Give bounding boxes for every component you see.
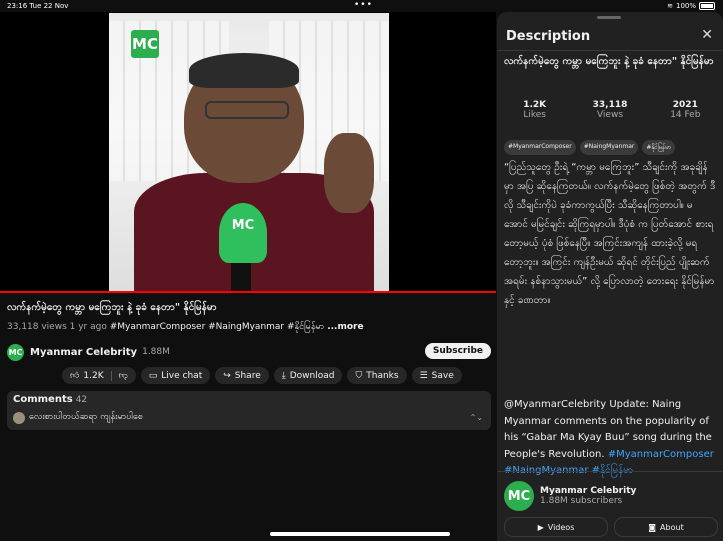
panel-channel-name: Myanmar Celebrity	[540, 486, 637, 496]
thumbs-up-icon[interactable]: 👍︎	[70, 371, 79, 381]
video-meta[interactable]: 33,118 views 1 yr ago #MyanmarComposer #…	[7, 321, 487, 334]
subscribe-button[interactable]: Subscribe	[424, 343, 491, 359]
thanks-label: Thanks	[366, 370, 399, 381]
panel-channel-text: Myanmar Celebrity 1.88M subscribers	[540, 486, 636, 506]
live-chat-label: Live chat	[161, 370, 203, 381]
like-count: 1.2K	[83, 370, 104, 381]
download-button[interactable]: ⤓ Download	[273, 367, 343, 384]
close-icon[interactable]: ✕	[701, 27, 713, 43]
divider	[497, 471, 723, 472]
speaker-hair	[189, 53, 299, 88]
view-count: 33,118 views	[7, 322, 67, 332]
thanks-icon: ⛉	[355, 370, 363, 381]
stat-label: 14 Feb	[670, 110, 701, 120]
divider	[497, 50, 723, 51]
panel-video-title: လက်နက်မဲ့တွေ ကမ္ဘာ မကြေဘူး နဲ့ ခုခံ နေတာ…	[504, 56, 714, 67]
panel-channel-subs: 1.88M subscribers	[540, 496, 623, 506]
panel-channel-buttons: ▶ Videos ◙ About	[504, 517, 718, 537]
comments-section[interactable]: Comments 42 လေးစားပါတယ်ဆရာ ကျန်းမာပါစေ ⌃⌄	[7, 391, 491, 430]
battery-percent: 100%	[675, 2, 696, 10]
home-indicator[interactable]	[270, 532, 450, 536]
stat-views: 33,118 Views	[572, 100, 647, 120]
chevron-expand-icon[interactable]: ⌃⌄	[470, 413, 483, 422]
like-dislike-group[interactable]: 👍︎ 1.2K 👎︎	[62, 367, 136, 384]
speaker-glasses	[205, 101, 289, 119]
save-label: Save	[431, 370, 454, 381]
save-icon: ☰	[419, 370, 428, 381]
stats-row: 1.2K Likes 33,118 Views 2021 14 Feb	[497, 100, 723, 120]
stat-value: 1.2K	[523, 100, 547, 110]
comment-preview[interactable]: လေးစားပါတယ်ဆရာ ကျန်းမာပါစေ	[13, 411, 143, 424]
stat-likes: 1.2K Likes	[497, 100, 572, 120]
video-frame[interactable]: MC MC	[109, 13, 389, 291]
thumbs-down-icon[interactable]: 👎︎	[119, 371, 128, 381]
comments-count: 42	[75, 395, 88, 405]
hashtag-chip[interactable]: #NaingMyanmar	[579, 140, 639, 155]
divider	[110, 370, 112, 381]
chat-icon: ▭	[148, 370, 158, 381]
person-icon: ◙	[648, 522, 657, 532]
hashtags[interactable]: #MyanmarComposer #NaingMyanmar #နိုင်မြန…	[110, 322, 325, 332]
description-panel: Description ✕ လက်နက်မဲ့တွေ ကမ္ဘာ မကြေဘူး…	[497, 12, 723, 541]
channel-avatar[interactable]: MC	[504, 481, 534, 511]
status-bar: 23:16 Tue 22 Nov ••• ≋ 100%	[0, 0, 723, 12]
mic-logo: MC	[231, 218, 255, 233]
share-label: Share	[234, 370, 261, 381]
panel-heading: Description	[506, 29, 591, 44]
channel-avatar[interactable]: MC	[7, 343, 24, 361]
video-progress-fill	[0, 291, 496, 293]
video-title: လက်နက်မဲ့တွေ ကမ္ဘာ မကြေဘူး နဲ့ ခုခံ နေတာ…	[7, 302, 217, 313]
stat-value: 2021	[672, 100, 698, 110]
videos-button[interactable]: ▶ Videos	[504, 517, 608, 537]
download-label: Download	[289, 370, 335, 381]
action-bar: 👍︎ 1.2K 👎︎ ▭ Live chat ↪ Share ⤓ Downloa…	[62, 367, 462, 384]
description-text-en: @MyanmarCelebrity Update: Naing Myanmar …	[504, 397, 716, 480]
panel-grabber[interactable]	[597, 16, 621, 19]
about-button[interactable]: ◙ About	[614, 517, 718, 537]
comments-label: Comments	[13, 394, 73, 405]
channel-subscriber-count: 1.88M	[142, 347, 170, 357]
stat-label: Views	[596, 110, 624, 120]
battery-icon	[699, 2, 715, 10]
stat-date: 2021 14 Feb	[648, 100, 723, 120]
download-icon: ⤓	[281, 370, 286, 381]
hashtag-chip[interactable]: #နိုင်မြန်မာ	[642, 140, 676, 155]
hashtag-chips: #MyanmarComposer #NaingMyanmar #နိုင်မြန…	[504, 140, 676, 155]
stat-label: Likes	[523, 110, 546, 120]
description-text-mm: “ပြည်သူတွေ ဦးရဲ့ “ကမ္ဘာ မကြေဘူး” သီချင်း…	[504, 162, 716, 306]
stat-value: 33,118	[592, 100, 628, 110]
about-label: About	[660, 522, 684, 532]
multitask-dots[interactable]: •••	[354, 0, 373, 10]
thanks-button[interactable]: ⛉ Thanks	[347, 367, 407, 384]
video-icon: ▶	[537, 522, 544, 532]
comments-header: Comments 42	[13, 394, 87, 405]
upload-age: 1 yr ago	[69, 322, 107, 332]
more-link[interactable]: ...more	[327, 322, 363, 332]
channel-name[interactable]: Myanmar Celebrity	[30, 347, 137, 358]
videos-label: Videos	[547, 522, 575, 532]
video-progress-bar[interactable]	[0, 291, 496, 293]
save-button[interactable]: ☰ Save	[411, 367, 462, 384]
microphone	[219, 203, 267, 263]
channel-watermark-logo: MC	[131, 30, 159, 58]
speaker-hand	[324, 133, 374, 213]
panel-channel[interactable]: MC Myanmar Celebrity 1.88M subscribers	[504, 481, 636, 511]
status-right: ≋ 100%	[667, 2, 715, 10]
comment-text: လေးစားပါတယ်ဆရာ ကျန်းမာပါစေ	[29, 412, 143, 422]
video-player[interactable]: MC MC	[0, 12, 496, 292]
hashtag-link[interactable]: #MyanmarComposer	[608, 449, 714, 460]
share-icon: ↪	[223, 370, 231, 381]
live-chat-button[interactable]: ▭ Live chat	[140, 367, 211, 384]
share-button[interactable]: ↪ Share	[215, 367, 269, 384]
wifi-icon: ≋	[667, 2, 673, 10]
status-time: 23:16 Tue 22 Nov	[7, 2, 69, 10]
hashtag-chip[interactable]: #MyanmarComposer	[504, 140, 576, 155]
commenter-avatar	[13, 411, 25, 424]
channel-row: MC Myanmar Celebrity 1.88M Subscribe	[7, 342, 491, 362]
